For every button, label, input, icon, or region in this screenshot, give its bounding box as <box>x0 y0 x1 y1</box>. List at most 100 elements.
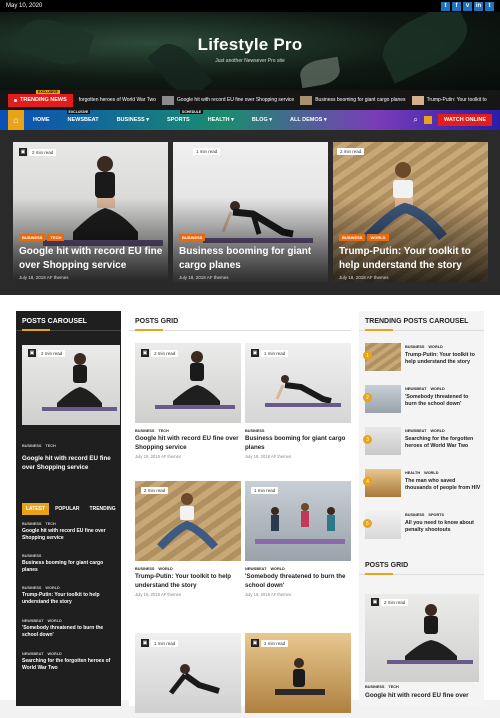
ticker-item-text[interactable]: Business booming for giant cargo planes <box>315 97 405 103</box>
trending-title[interactable]: Trump-Putin: Your toolkit to help unders… <box>405 352 481 367</box>
grid-card[interactable]: ▣ 1 min read <box>135 633 241 713</box>
grid-card[interactable]: ▣ 2 min read BUSINESS TECH Google hit with… <box>135 343 241 459</box>
category-tag[interactable]: BUSINESS <box>365 685 384 689</box>
list-item[interactable]: BUSINESS Business booming for giant carg… <box>22 554 116 575</box>
category-tag[interactable]: BUSINESS <box>19 234 46 241</box>
list-item[interactable]: NEWSBEAT WORLD Searching for the forgotte… <box>22 652 116 673</box>
trending-item[interactable]: 3 NEWSBEAT WORLD Searching for the forgot… <box>363 427 483 457</box>
category-tag[interactable]: TECH <box>47 234 65 241</box>
search-icon[interactable]: ⌕ <box>413 115 417 125</box>
grid-title[interactable]: 'Somebody threatened to burn the school … <box>245 573 351 590</box>
watch-online-button[interactable]: WATCH ONLINE <box>437 114 492 126</box>
tab-popular[interactable]: POPULAR <box>51 503 83 515</box>
category-tag[interactable]: NEWSBEAT <box>405 429 426 433</box>
category-tag[interactable]: WORLD <box>430 387 444 391</box>
nav-home[interactable]: HOME <box>24 117 59 123</box>
nav-health-label[interactable]: HEALTH <box>208 117 230 123</box>
list-item[interactable]: NEWSBEAT WORLD 'Somebody threatened to bu… <box>22 619 116 640</box>
category-tag[interactable]: BUSINESS <box>22 554 41 558</box>
nav-blog-label[interactable]: BLOG <box>252 117 268 123</box>
category-tag[interactable]: TECH <box>45 522 55 526</box>
nav-newsbeat-label[interactable]: NEWSBEAT <box>68 117 99 123</box>
ticker-item[interactable]: Trump-Putin: Your toolkit to <box>411 95 487 105</box>
trending-item[interactable]: 4 HEALTH WORLD The man who saved thousand… <box>363 469 483 499</box>
category-tag[interactable]: SPORTS <box>428 513 444 517</box>
category-tag[interactable]: BUSINESS <box>245 429 264 433</box>
featured-card[interactable]: ▣ 2 min read BUSINESS TECH Google hit with… <box>13 142 168 282</box>
category-tag[interactable]: NEWSBEAT <box>22 619 43 623</box>
category-tag[interactable]: WORLD <box>47 619 61 623</box>
category-tag[interactable]: TECH <box>45 444 55 448</box>
category-tag[interactable]: WORLD <box>158 567 172 571</box>
ticker-item-text[interactable]: Google hit with record EU fine over Shop… <box>177 97 294 103</box>
category-tag[interactable]: BUSINESS <box>135 567 154 571</box>
category-tag[interactable]: WORLD <box>430 429 444 433</box>
category-tag[interactable]: TECH <box>158 429 168 433</box>
nav-sports[interactable]: SPORTS SCHEDULE <box>158 110 204 123</box>
category-tag[interactable]: WORLD <box>47 652 61 656</box>
carousel-post-title[interactable]: Google hit with record EU fine over Shop… <box>22 455 120 473</box>
site-title[interactable]: Lifestyle Pro <box>0 35 500 55</box>
tab-latest[interactable]: LATEST <box>22 503 50 515</box>
grid-title[interactable]: Business booming for giant cargo planes <box>245 435 351 452</box>
category-tag[interactable]: NEWSBEAT <box>245 567 266 571</box>
category-tag[interactable]: WORLD <box>424 471 438 475</box>
category-tag[interactable]: BUSINESS <box>405 513 424 517</box>
category-tag[interactable]: BUSINESS <box>339 234 366 241</box>
category-tag[interactable]: BUSINESS <box>22 444 41 448</box>
vimeo-icon[interactable]: v <box>463 1 472 11</box>
ticker-item-text[interactable]: forgotten heroes of World War Two <box>79 97 156 103</box>
list-item-title[interactable]: Business booming for giant cargo planes <box>22 560 116 575</box>
trending-title[interactable]: The man who saved thousands of people fr… <box>405 478 481 493</box>
category-tag[interactable]: BUSINESS <box>135 429 154 433</box>
category-tag[interactable]: HEALTH <box>405 471 420 475</box>
ticker-item[interactable]: forgotten heroes of World War Two <box>79 97 156 103</box>
trending-title[interactable]: Searching for the forgotten heroes of Wo… <box>405 436 481 451</box>
ticker-item[interactable]: Business booming for giant cargo planes <box>300 95 406 105</box>
featured-card[interactable]: 1 min read BUSINESS Business booming for… <box>173 142 328 282</box>
linkedin-icon[interactable]: in <box>474 1 483 11</box>
grid-card[interactable]: 2 min read BUSINESS WORLD Trump-Putin: Yo… <box>135 481 241 597</box>
grid-card[interactable]: 1 min read NEWSBEAT WORLD 'Somebody threa… <box>245 481 351 597</box>
nav-all-demos-label[interactable]: ALL DEMOS <box>290 117 322 123</box>
nav-health[interactable]: HEALTH ▾ <box>199 117 243 123</box>
ticker-item-text[interactable]: Trump-Putin: Your toolkit to <box>427 97 487 103</box>
trending-item[interactable]: 2 NEWSBEAT WORLD 'Somebody threatened to … <box>363 385 483 415</box>
ticker-item[interactable]: Google hit with record EU fine over Shop… <box>161 95 294 105</box>
featured-title[interactable]: Business booming for giant cargo planes <box>179 245 327 272</box>
list-item-title[interactable]: Trump-Putin: Your toolkit to help unders… <box>22 592 116 607</box>
list-item[interactable]: BUSINESS WORLD Trump-Putin: Your toolkit … <box>22 586 116 607</box>
category-tag[interactable]: BUSINESS <box>405 345 424 349</box>
nav-blog[interactable]: BLOG ▾ <box>243 117 281 123</box>
tumblr-icon[interactable]: t <box>485 1 494 11</box>
featured-title[interactable]: Google hit with record EU fine over Shop… <box>19 245 167 272</box>
grid-title[interactable]: Google hit with record EU fine over <box>365 692 479 699</box>
nav-business[interactable]: BUSINESS ▾ <box>108 117 158 123</box>
category-tag[interactable]: NEWSBEAT <box>22 652 43 656</box>
list-item[interactable]: BUSINESS TECH Google hit with record EU f… <box>22 522 116 543</box>
category-tag[interactable]: BUSINESS <box>22 586 41 590</box>
category-tag[interactable]: WORLD <box>270 567 284 571</box>
nav-all-demos[interactable]: ALL DEMOS ▾ <box>281 117 336 123</box>
trending-item[interactable]: 1 BUSINESS WORLD Trump-Putin: Your toolki… <box>363 343 483 373</box>
trending-item[interactable]: 5 BUSINESS SPORTS All you need to know ab… <box>363 511 483 541</box>
list-item-title[interactable]: Google hit with record EU fine over Shop… <box>22 528 116 543</box>
home-icon[interactable]: ⌂ <box>8 110 24 130</box>
facebook-icon[interactable]: f <box>452 1 461 11</box>
grid-card[interactable]: ▣ 1 min read <box>245 633 351 713</box>
grid-title[interactable]: Trump-Putin: Your toolkit to help unders… <box>135 573 241 590</box>
nav-sports-label[interactable]: SPORTS <box>167 117 190 123</box>
grid-card[interactable]: ▣ 1 min read BUSINESS Business booming fo… <box>245 343 351 459</box>
tab-trending[interactable]: TRENDING <box>86 503 120 515</box>
trending-title[interactable]: 'Somebody threatened to burn the school … <box>405 394 481 409</box>
category-tag[interactable]: WORLD <box>367 234 389 241</box>
nav-business-label[interactable]: BUSINESS <box>117 117 145 123</box>
play-icon[interactable] <box>423 116 432 124</box>
list-item-title[interactable]: Searching for the forgotten heroes of Wo… <box>22 658 116 673</box>
category-tag[interactable]: TECH <box>388 685 398 689</box>
grid-title[interactable]: Google hit with record EU fine over Shop… <box>135 435 241 452</box>
twitter-icon[interactable]: t <box>441 1 450 11</box>
category-tag[interactable]: WORLD <box>45 586 59 590</box>
category-tag[interactable]: NEWSBEAT <box>405 387 426 391</box>
category-tag[interactable]: WORLD <box>428 345 442 349</box>
